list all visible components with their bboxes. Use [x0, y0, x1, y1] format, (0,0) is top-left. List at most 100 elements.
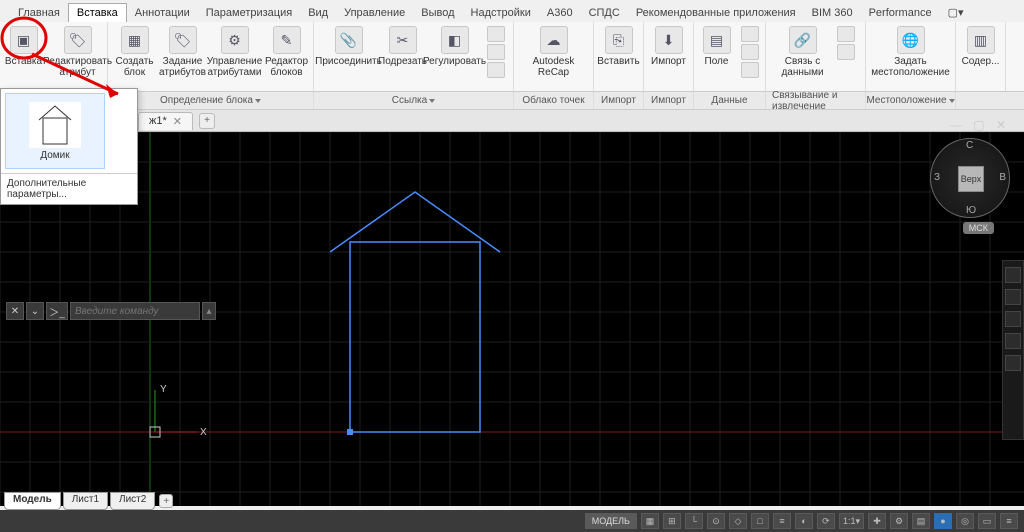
tab-manage[interactable]: Управление	[336, 4, 413, 22]
viewcube-south[interactable]: Ю	[966, 205, 976, 216]
nav-showmotion-icon[interactable]	[1005, 355, 1021, 371]
file-tab[interactable]: ж1* ✕	[138, 112, 193, 130]
panel-block-def[interactable]: Определение блока	[108, 92, 314, 109]
content-icon: ▥	[967, 26, 995, 54]
layout-tab-bar: Модель Лист1 Лист2 +	[4, 492, 173, 510]
tab-performance[interactable]: Performance	[861, 4, 940, 22]
status-model-button[interactable]: МОДЕЛЬ	[585, 513, 637, 529]
command-options-icon[interactable]: ⌄	[26, 302, 44, 320]
panel-import2: Импорт	[644, 92, 694, 109]
status-ortho-icon[interactable]: └	[685, 513, 703, 529]
status-customize-icon[interactable]: ≡	[1000, 513, 1018, 529]
tab-annotate[interactable]: Аннотации	[127, 4, 198, 22]
tab-bim360[interactable]: BIM 360	[804, 4, 861, 22]
import-button[interactable]: ⬇Импорт	[645, 24, 693, 69]
tab-parametric[interactable]: Параметризация	[198, 4, 300, 22]
status-annomonitor-icon[interactable]: ▤	[912, 513, 930, 529]
status-lineweight-icon[interactable]: ≡	[773, 513, 791, 529]
tab-featured[interactable]: Рекомендованные приложения	[628, 4, 804, 22]
viewcube-west[interactable]: З	[934, 172, 940, 183]
status-workspace-icon[interactable]: ⚙	[890, 513, 908, 529]
define-attr-button[interactable]: 🏷Задание атрибутов	[159, 24, 207, 80]
status-osnap-icon[interactable]: □	[751, 513, 769, 529]
status-hardware-icon[interactable]: ●	[934, 513, 952, 529]
status-transparency-icon[interactable]: ◐	[795, 513, 813, 529]
adjust-button[interactable]: ◧Регулировать	[427, 24, 483, 69]
clip-button[interactable]: ✂Подрезать	[379, 24, 427, 69]
underlay-layers-icon[interactable]	[487, 26, 505, 42]
create-block-label: Создать блок	[113, 56, 157, 78]
command-history-icon[interactable]: ▴	[202, 302, 216, 320]
clip-icon: ✂	[389, 26, 417, 54]
grip-point[interactable]	[347, 429, 353, 435]
layout-tab-add[interactable]: +	[159, 494, 173, 508]
viewcube-east[interactable]: В	[999, 172, 1006, 183]
close-icon[interactable]: ✕	[173, 115, 182, 128]
gallery-more-options[interactable]: Дополнительные параметры...	[1, 173, 137, 204]
tab-a360[interactable]: A360	[539, 4, 581, 22]
datalink-button[interactable]: 🔗Связь с данными	[773, 24, 833, 80]
tab-home[interactable]: Главная	[10, 4, 68, 22]
status-isolate-icon[interactable]: ◎	[956, 513, 974, 529]
tab-insert[interactable]: Вставка	[68, 3, 127, 22]
status-snap-icon[interactable]: ⊞	[663, 513, 681, 529]
tab-output[interactable]: Вывод	[413, 4, 462, 22]
command-close-icon[interactable]: ✕	[6, 302, 24, 320]
layout-tab-model[interactable]: Модель	[4, 492, 61, 510]
status-isodraft-icon[interactable]: ◇	[729, 513, 747, 529]
attach-icon: 📎	[335, 26, 363, 54]
recap-button[interactable]: ☁Autodesk ReCap	[518, 24, 590, 80]
snap-underlay-icon[interactable]	[487, 62, 505, 78]
nav-orbit-icon[interactable]	[1005, 333, 1021, 349]
edit-attribute-button[interactable]: 🏷 Редактировать атрибут	[48, 24, 108, 80]
panel-import: Импорт	[594, 92, 644, 109]
panel-location[interactable]: Местоположение	[866, 92, 956, 109]
nav-wheel-icon[interactable]	[1005, 267, 1021, 283]
update-fields-icon[interactable]	[741, 26, 759, 42]
set-location-button[interactable]: 🌐Задать местоположение	[870, 24, 952, 80]
layout-tab-sheet1[interactable]: Лист1	[63, 492, 108, 510]
field-button[interactable]: ▤Поле	[697, 24, 737, 69]
gallery-item-house[interactable]: Домик	[5, 93, 105, 169]
wcs-badge[interactable]: МСК	[963, 222, 994, 234]
view-cube[interactable]: Верх С Ю В З	[930, 138, 1010, 218]
status-polar-icon[interactable]: ⊙	[707, 513, 725, 529]
status-grid-icon[interactable]: ▦	[641, 513, 659, 529]
viewcube-north[interactable]: С	[966, 140, 973, 151]
gallery-item-label: Домик	[40, 150, 69, 161]
ribbon-toggle[interactable]: ▢▾	[940, 3, 972, 22]
content-button[interactable]: ▥Содер...	[957, 24, 1005, 69]
field-icon: ▤	[703, 26, 731, 54]
link-small-group	[833, 24, 859, 62]
create-block-button[interactable]: ▦Создать блок	[111, 24, 159, 80]
layout-tab-sheet2[interactable]: Лист2	[110, 492, 155, 510]
ribbon-panel-titles: Блок Определение блока Ссылка Облако точ…	[0, 92, 1024, 110]
hyperlink-icon[interactable]	[741, 62, 759, 78]
add-file-tab[interactable]: +	[199, 113, 215, 129]
status-annovis-icon[interactable]: ✚	[868, 513, 886, 529]
insert2-button[interactable]: ⎘Вставить	[595, 24, 643, 69]
command-input[interactable]	[70, 302, 200, 320]
tab-addins[interactable]: Надстройки	[463, 4, 539, 22]
panel-reference[interactable]: Ссылка	[314, 92, 514, 109]
tab-spds[interactable]: СПДС	[581, 4, 628, 22]
insert-button[interactable]: ▣ Вставка	[0, 24, 48, 69]
viewport-window-controls[interactable]: — ▢ ✕	[950, 118, 1010, 132]
xref-frames-icon[interactable]	[487, 44, 505, 60]
manage-attr-button[interactable]: ⚙Управление атрибутами	[207, 24, 263, 80]
extract-data-icon[interactable]	[837, 44, 855, 60]
tab-view[interactable]: Вид	[300, 4, 336, 22]
nav-pan-icon[interactable]	[1005, 289, 1021, 305]
download-source-icon[interactable]	[837, 26, 855, 42]
nav-zoom-icon[interactable]	[1005, 311, 1021, 327]
import-label: Импорт	[651, 56, 686, 67]
attach-button[interactable]: 📎Присоединить	[319, 24, 379, 69]
status-cleanscreen-icon[interactable]: ▭	[978, 513, 996, 529]
status-cycling-icon[interactable]: ⟳	[817, 513, 835, 529]
block-gallery-dropdown: Домик Дополнительные параметры...	[0, 88, 138, 205]
viewcube-top-face[interactable]: Верх	[958, 166, 984, 192]
ole-object-icon[interactable]	[741, 44, 759, 60]
panel-data: Данные	[694, 92, 766, 109]
status-annoscale[interactable]: 1:1▾	[839, 513, 864, 529]
block-editor-button[interactable]: ✎Редактор блоков	[263, 24, 311, 80]
